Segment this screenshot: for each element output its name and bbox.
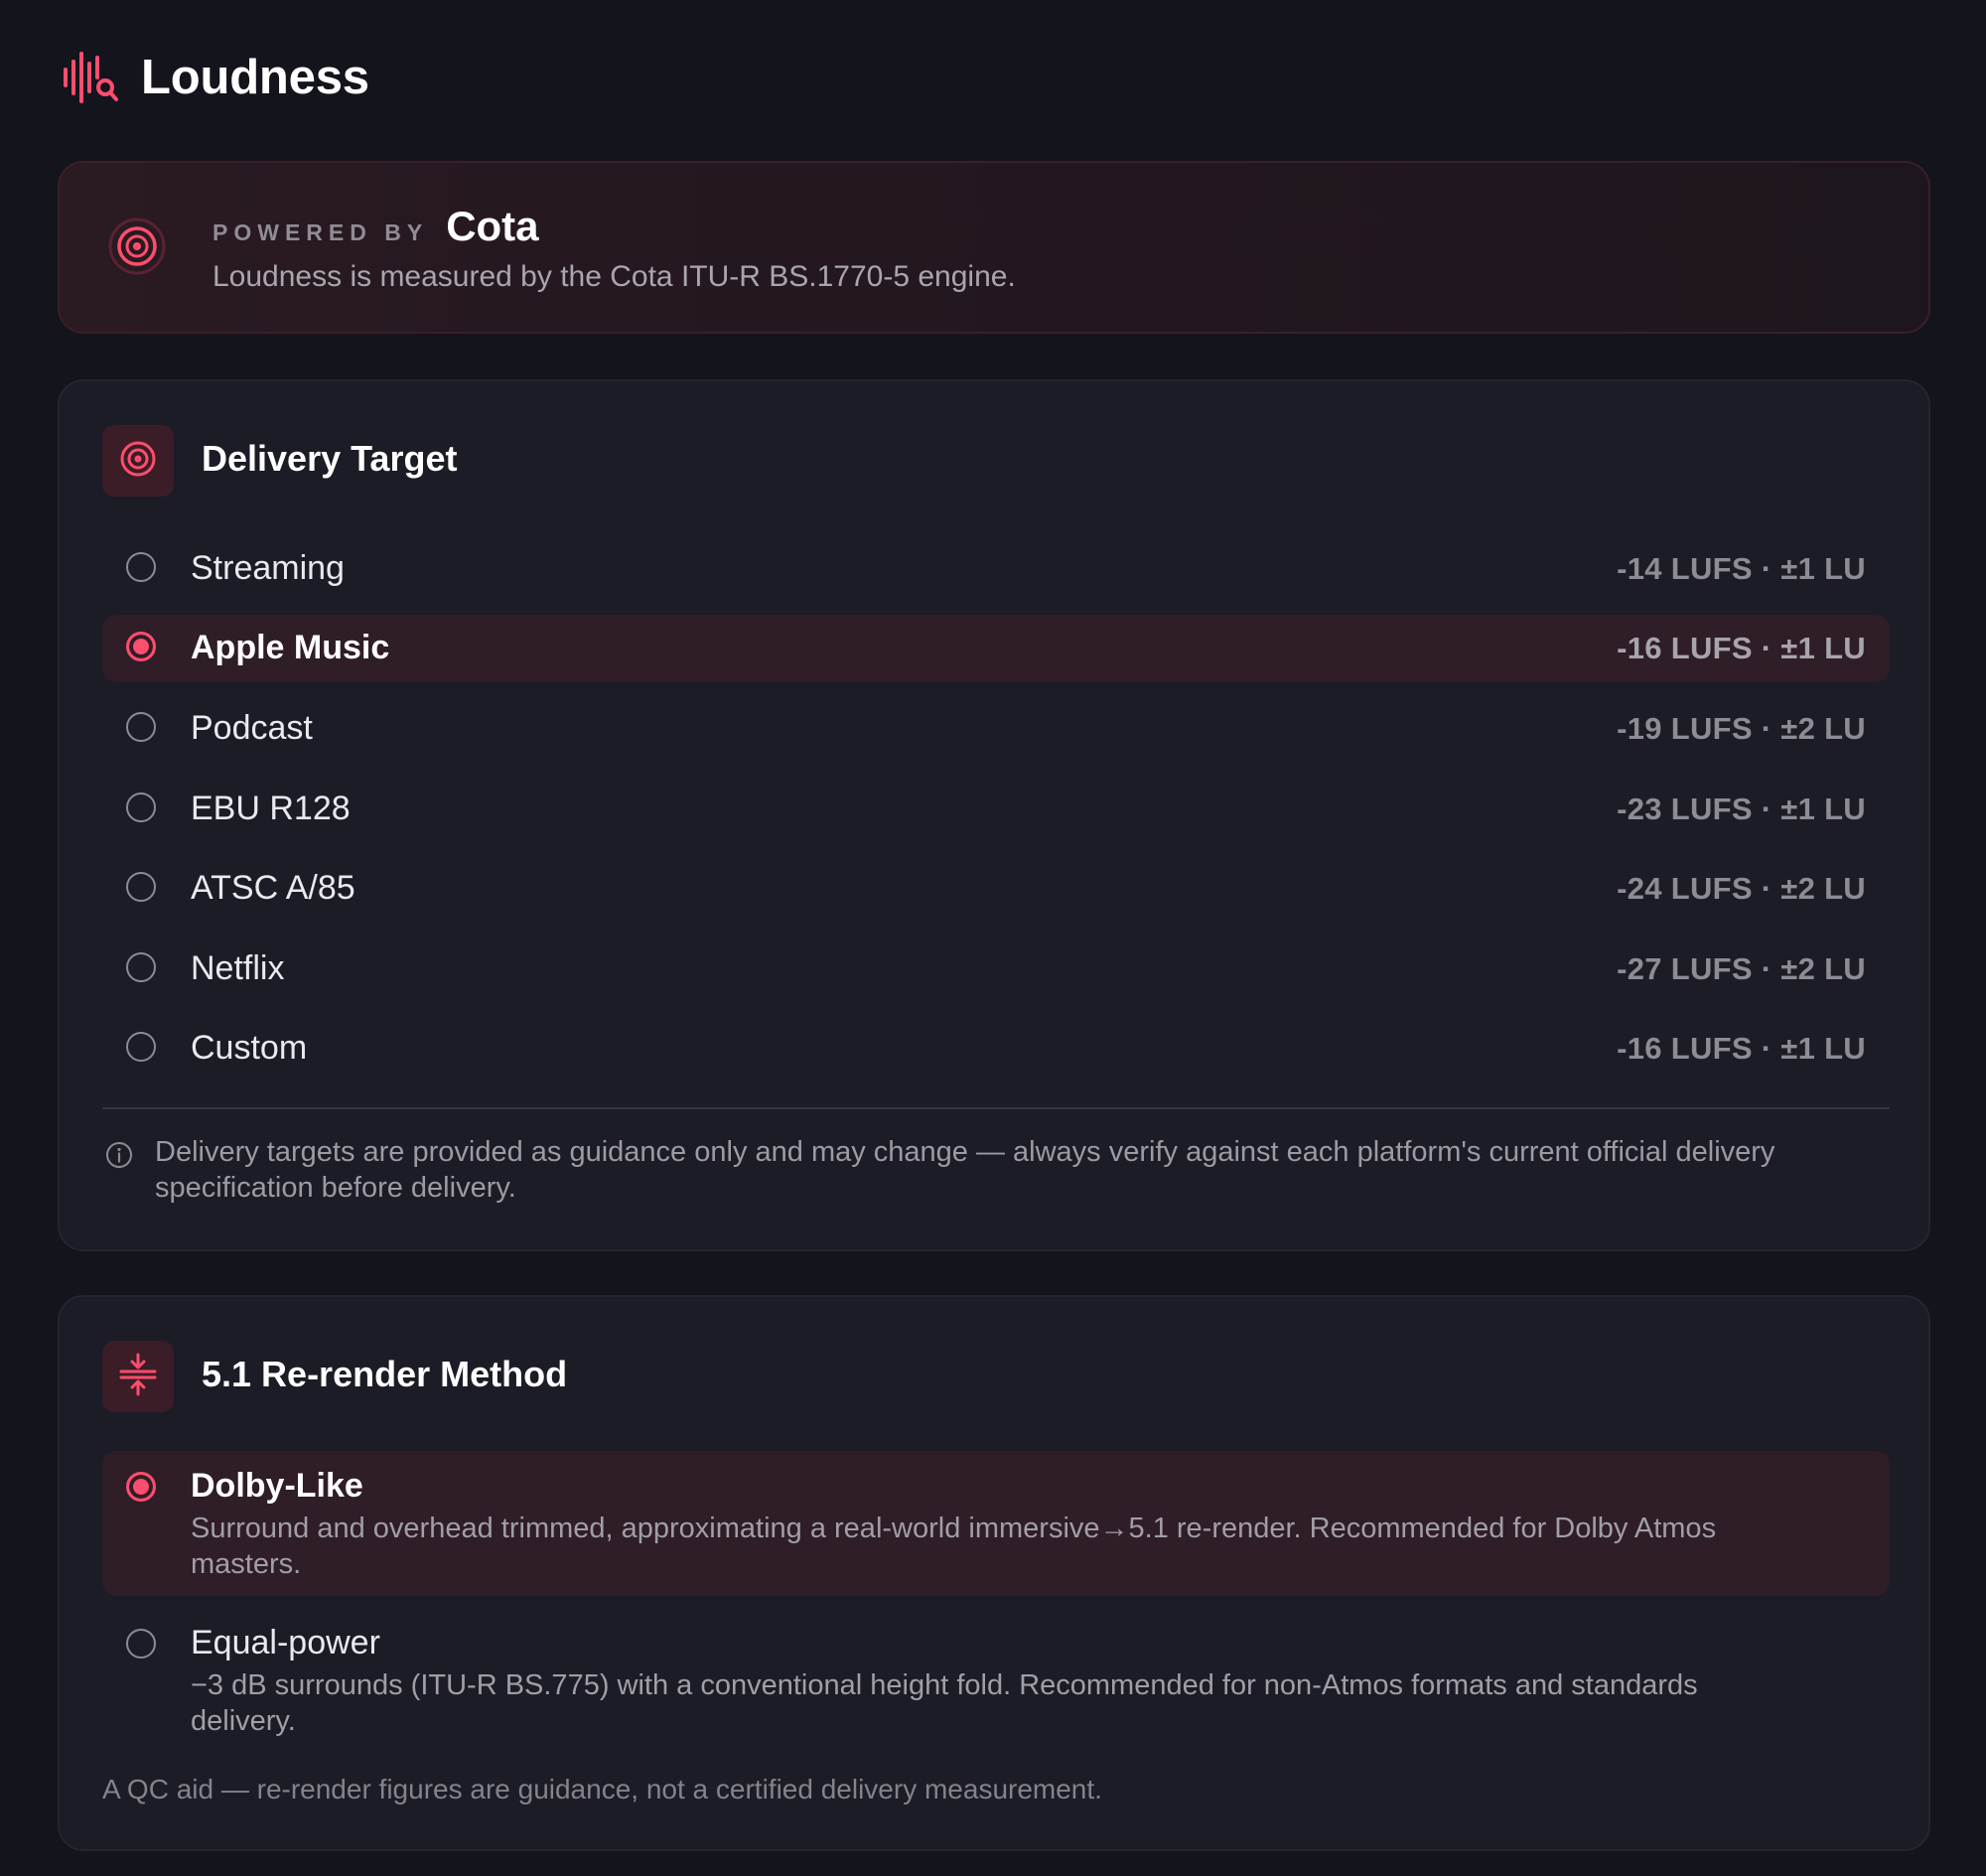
page-title: Loudness [141,51,369,104]
powered-by-label: POWERED BY [213,219,429,245]
delivery-option-streaming[interactable]: Streaming -14 LUFS · ±1 LU [102,535,1890,603]
option-label: EBU R128 [191,790,351,827]
method-description: Surround and overhead trimmed, approxima… [191,1513,1717,1580]
delivery-option-ebu-r128[interactable]: EBU R128 -23 LUFS · ±1 LU [102,776,1890,843]
option-label: Apple Music [191,629,390,666]
delivery-guidance-note: Delivery targets are provided as guidanc… [155,1136,1775,1204]
fold-arrows-icon [118,1353,158,1401]
engine-description: Loudness is measured by the Cota ITU-R B… [213,260,1016,293]
radio-button[interactable] [126,1032,156,1062]
option-label: Streaming [191,549,345,587]
option-target-value: -24 LUFS · ±2 LU [1617,871,1866,906]
radio-button[interactable] [126,1629,156,1659]
powered-by-line: POWERED BY Cota [213,203,539,250]
rerender-option-dolby-like[interactable]: Dolby-Like Surround and overhead trimmed… [102,1451,1890,1596]
panel-header: Loudness [62,48,369,107]
radio-button[interactable] [126,872,156,902]
option-target-value: -19 LUFS · ±2 LU [1617,711,1866,746]
radio-button[interactable] [126,712,156,742]
waveform-search-icon [62,52,119,103]
option-label: ATSC A/85 [191,869,355,907]
info-icon [105,1141,133,1169]
delivery-option-apple-music[interactable]: Apple Music -16 LUFS · ±1 LU [102,615,1890,682]
method-description: −3 dB surrounds (ITU-R BS.775) with a co… [191,1669,1698,1737]
radio-button[interactable] [126,952,156,982]
radio-button-selected[interactable] [126,1472,156,1502]
option-target-value: -23 LUFS · ±1 LU [1617,792,1866,826]
delivery-option-netflix[interactable]: Netflix -27 LUFS · ±2 LU [102,936,1890,1003]
section-divider [102,1107,1890,1109]
method-label: Dolby-Like [191,1467,363,1505]
delivery-option-custom[interactable]: Custom -16 LUFS · ±1 LU [102,1015,1890,1082]
option-label: Custom [191,1029,308,1067]
target-icon [118,439,158,484]
method-label: Equal-power [191,1624,380,1661]
qc-aid-note: A QC aid — re-render figures are guidanc… [102,1774,1102,1804]
radio-button[interactable] [126,552,156,582]
radio-button-selected[interactable] [126,632,156,661]
delivery-option-podcast[interactable]: Podcast -19 LUFS · ±2 LU [102,695,1890,763]
option-target-value: -16 LUFS · ±1 LU [1617,1031,1866,1066]
radio-button[interactable] [126,793,156,822]
option-label: Podcast [191,709,313,747]
rerender-icon-box [102,1341,174,1412]
option-label: Netflix [191,949,285,987]
engine-brand: Cota [446,203,539,249]
option-target-value: -14 LUFS · ±1 LU [1617,551,1866,586]
delivery-target-icon-box [102,425,174,497]
section-title-delivery-target: Delivery Target [202,438,458,479]
target-icon [107,216,167,276]
delivery-option-atsc-a85[interactable]: ATSC A/85 -24 LUFS · ±2 LU [102,855,1890,923]
option-target-value: -27 LUFS · ±2 LU [1617,951,1866,986]
option-target-value: -16 LUFS · ±1 LU [1617,631,1866,665]
rerender-option-equal-power[interactable]: Equal-power −3 dB surrounds (ITU-R BS.77… [102,1608,1890,1753]
loudness-panel: Loudness POWERED BY Cota Loudness is mea… [0,0,1986,1876]
section-title-rerender-method: 5.1 Re-render Method [202,1354,568,1394]
